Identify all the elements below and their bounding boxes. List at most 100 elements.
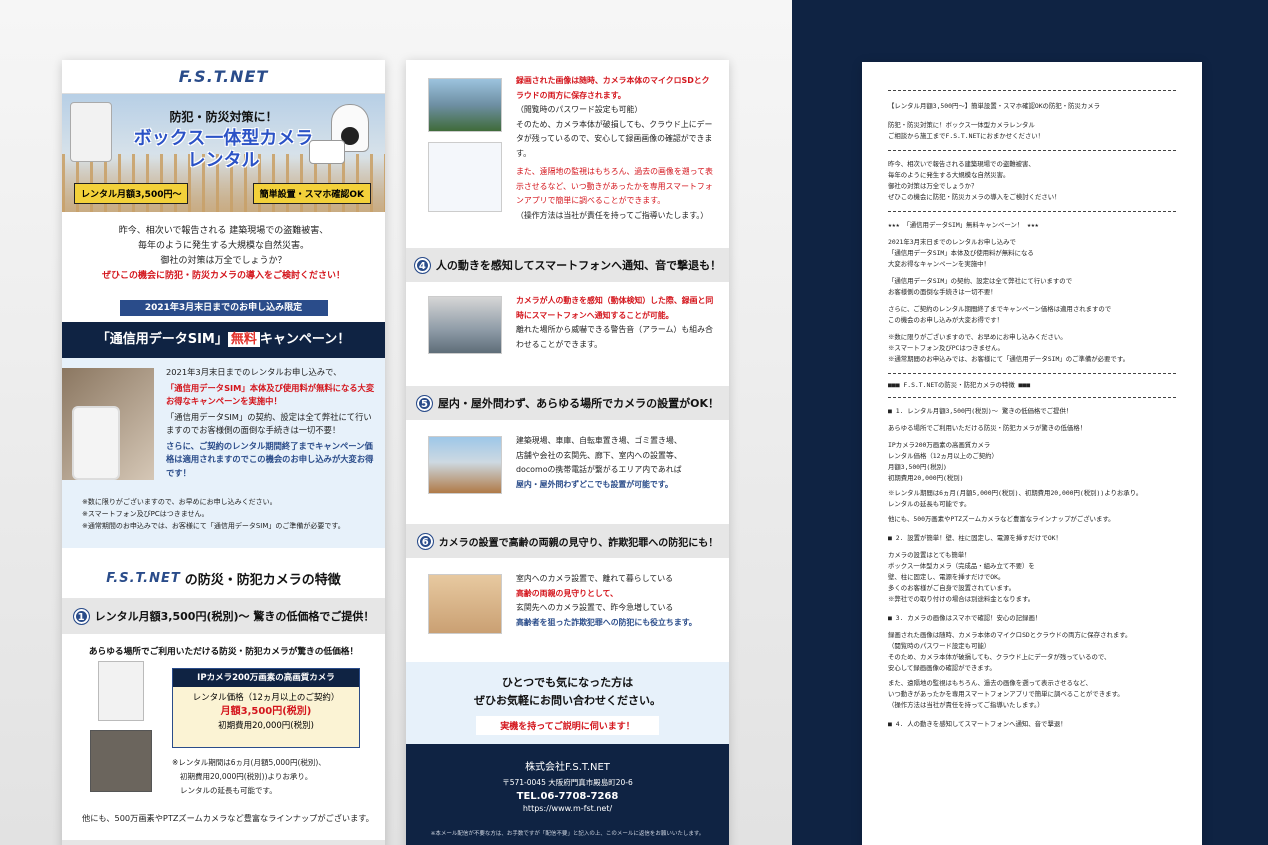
elderly-couple-image <box>428 574 502 634</box>
company-tel[interactable]: TEL.06-7708-7268 <box>406 791 729 802</box>
text-mail-section-heading: ■ 4. 人の動きを感知してスマートフォンへ通知、音で撃退！ <box>888 720 1067 728</box>
divider <box>888 211 1176 212</box>
text-mail-line: この機会のお申し込みが大変お得です！ <box>888 316 1004 324</box>
campaign-paragraph: さらに、ご契約のレンタル期間終了までキャンペーン価格は適用されますのでこの機会の… <box>166 440 374 478</box>
rental-note-line: ※レンタル期間は6ヵ月(月額5,000円(税別)、 <box>172 758 326 767</box>
text-mail-line: ※スマートフォン及びPCはつきません。 <box>888 344 1004 352</box>
section-3-line: 録画された画像は随時、カメラ本体のマイクロSDとクラウドの両方に保存されます。 <box>516 76 710 100</box>
text-mail-line: ※弊社での取り付けの場合は別途料金となります。 <box>888 595 1035 603</box>
divider <box>888 373 1176 374</box>
section-number-badge: 6 <box>416 532 434 550</box>
text-mail-line: いつ動きがあったかを専用スマートフォンアプリで簡単に調べることができます。 <box>888 690 1124 698</box>
text-mail-line: ご相談から施工までF.S.T.NETにおまかせください！ <box>888 132 1045 140</box>
text-mail-line: 大変お得なキャンペーンを実施中！ <box>888 260 990 268</box>
contact-cta: ひとつでも気になった方は ぜひお気軽にお問い合わせください。 実機を持ってご説明… <box>406 662 729 744</box>
text-mail-line: さらに、ご契約のレンタル期間終了までキャンペーン価格は適用されますので <box>888 305 1112 313</box>
price-box-monthly: 月額3,500円(税別) <box>220 706 312 717</box>
campaign-title-pre: 「通信用データSIM」 <box>96 332 228 347</box>
section-5-line: 屋内・屋外問わずどこでも設置が可能です。 <box>516 479 673 489</box>
hero-title-line2: レンタル <box>187 150 260 171</box>
section-number-badge: 1 <box>72 607 90 625</box>
html-mail-panel-top: F.S.T.NET 防犯・防災対策に！ ボックス一体型カメラ レンタル レンタル… <box>62 60 385 845</box>
text-mail-line: ※通常期間のお申込みでは、お客様にて「通信用データSIM」のご準備が必要です。 <box>888 355 1129 363</box>
rental-period-note: ※レンタル期間は6ヵ月(月額5,000円(税別)、 初期費用20,000円(税別… <box>172 756 326 798</box>
campaign-title-post: キャンペーン！ <box>259 332 351 347</box>
text-mail-line: 多くのお客様がご自身で設置されています。 <box>888 584 1015 592</box>
text-mail-line: また、遠隔地の監視はもちろん、過去の画像を遡って表示させるなど、 <box>888 679 1092 687</box>
company-url-link[interactable]: https://www.m-fst.net/ <box>406 804 729 813</box>
section-5-title: 屋内・屋外問わず、あらゆる場所でカメラの設置がOK！ <box>437 397 720 410</box>
section-5-text: 建築現場、車庫、自転車置き場、ゴミ置き場、 店舗や会社の玄関先、廊下、室内への設… <box>516 434 716 492</box>
text-mail-line: 他にも、500万画素やPTZズームカメラなど豊富なラインナップがございます。 <box>888 515 1115 523</box>
text-mail-line: （閲覧時のパスワード設定も可能） <box>888 642 991 650</box>
section-6-line: 高齢の両親の見守りとして、 <box>516 588 618 598</box>
text-mail-line: レンタル価格（12ヵ月以上のご契約） <box>888 452 998 460</box>
features-title: の防災・防犯カメラの特徴 <box>184 572 341 588</box>
campaign-text: 2021年3月末日までのレンタルお申し込みで、 「通信用データSIM」本体及び使… <box>166 366 377 480</box>
intro-cta-line: ぜひこの機会に防犯・防災カメラの導入をご検討ください！ <box>101 271 345 281</box>
section-1-lead: あらゆる場所でご利用いただける防災・防犯カメラが驚きの低価格！ <box>62 634 385 663</box>
price-box-title: IPカメラ200万画素の高画質カメラ <box>173 669 359 687</box>
campaign-free-highlight: 無料 <box>227 332 260 347</box>
intro-text: 昨今、相次いで報告される 建築現場での盗難被害、 毎年のように発生する大規模な自… <box>62 212 385 288</box>
campaign-ribbon: 2021年3月末日までのお申し込み限定 <box>119 300 328 316</box>
rental-note-line: レンタルの延長も可能です。 <box>180 786 277 795</box>
unsubscribe-note: ※本メール配信が不要な方は、お手数ですが「配信不要」と記入の上、このメールに返信… <box>430 831 705 837</box>
campaign-title-bar: 「通信用データSIM」 無料 キャンペーン！ <box>62 322 385 358</box>
hero-title: ボックス一体型カメラ レンタル <box>62 128 385 172</box>
campaign-notes: ※数に限りがございますので、お早めにお申し込みください。 ※スマートフォン及びP… <box>82 496 345 532</box>
smartphone-app-image <box>428 142 502 212</box>
campaign-note: ※通常期間のお申込みでは、お客様にて「通信用データSIM」のご準備が必要です。 <box>82 522 345 530</box>
cta-line2: ぜひお気軽にお問い合わせください。 <box>474 694 661 707</box>
text-mail-line: 【レンタル月額3,500円〜】簡単設置・スマホ確認OKの防犯・防災カメラ <box>888 102 1101 110</box>
price-box-initial: 初期費用20,000円(税別) <box>218 721 314 731</box>
text-mail-line: ボックス一体型カメラ（完成品・組み立て不要）を <box>888 562 1035 570</box>
text-mail-line: ★★★ 「通信用データSIM」無料キャンペーン！ ★★★ <box>888 221 1039 229</box>
text-mail-line: そのため、カメラ本体が破損しても、クラウド上にデータが残っているので、 <box>888 653 1111 661</box>
intro-line: 昨今、相次いで報告される 建築現場での盗難被害、 <box>118 226 329 236</box>
campaign-note: ※数に限りがございますので、お早めにお申し込みください。 <box>82 498 277 506</box>
section-6-line: 高齢者を狙った詐欺犯罪への防犯にも役立ちます。 <box>516 617 697 627</box>
section-number-badge: 4 <box>413 256 431 274</box>
campaign-paragraph: 「通信用データSIM」の契約、設定は全て弊社にて行いますのでお客様側の面倒な手続… <box>166 411 372 436</box>
intro-line: 毎年のように発生する大規模な自然災害。 <box>137 241 309 251</box>
section-6-header: 6 カメラの設置で高齢の両親の見守り、詐欺犯罪への防犯にも！ <box>406 524 729 558</box>
text-mail-line: お客様側の面倒な手続きは一切不要！ <box>888 288 997 296</box>
lake-landscape-image <box>428 78 502 132</box>
text-mail-line: 昨今、相次いで報告される建築現場での盗難被害、 <box>888 160 1035 168</box>
section-6-line: 室内へのカメラ設置で、離れて暮らしている <box>516 574 674 583</box>
brand-logo-text: F.S.T.NET <box>178 67 269 86</box>
price-box-line: レンタル価格（12ヵ月以上のご契約） <box>192 693 340 703</box>
text-mail-line: 初期費用20,000円(税別) <box>888 474 964 482</box>
text-mail-line: 録画された画像は随時、カメラ本体のマイクロSDとクラウドの両方に保存されます。 <box>888 631 1132 639</box>
cta-button[interactable]: 実機を持ってご説明に伺います！ <box>476 716 659 735</box>
smartphone-sim-image <box>62 368 154 480</box>
section-5-line: 建築現場、車庫、自転車置き場、ゴミ置き場、 <box>516 436 682 445</box>
text-mail-line: 「通信用データSIM」本体及び使用料が無料になる <box>888 249 1034 257</box>
section-4-text: カメラが人の動きを感知（動体検知）した際、録画と同時にスマートフォンへ通知するこ… <box>516 294 716 352</box>
text-mail-section-heading: ■ 2. 設置が簡単！壁、柱に固定し、電源を挿すだけでOK！ <box>888 534 1062 542</box>
box-camera-open-image <box>90 730 152 792</box>
text-mail-line: ■■■ F.S.T.NETの防災・防犯カメラの特徴 ■■■ <box>888 381 1031 389</box>
section-5-header: 5 屋内・屋外問わず、あらゆる場所でカメラの設置がOK！ <box>406 386 729 420</box>
rental-note-line: 初期費用20,000円(税別))よりお承り。 <box>180 772 313 781</box>
campaign-note: ※スマートフォン及びPCはつきません。 <box>82 510 209 518</box>
company-name: 株式会社F.S.T.NET <box>525 762 610 773</box>
section-4-line: 離れた場所から威嚇できる警告音（アラーム）も組み合わせることができます。 <box>516 325 713 349</box>
section-6-line: 玄関先へのカメラ設置で、昨今急増している <box>516 603 674 612</box>
text-mail-line: ※数に限りがございますので、お早めにお申し込みください。 <box>888 333 1067 341</box>
features-logo: F.S.T.NET <box>106 570 181 586</box>
text-mail-panel: 【レンタル月額3,500円〜】簡単設置・スマホ確認OKの防犯・防災カメラ 防犯・… <box>862 62 1202 845</box>
features-heading: F.S.T.NET の防災・防犯カメラの特徴 <box>62 558 385 598</box>
brand-logo: F.S.T.NET <box>62 60 385 94</box>
section-3-line: そのため、カメラ本体が破損しても、クラウド上にデータが残っているので、安心して録… <box>516 119 713 158</box>
text-mail-line: IPカメラ200万画素の高画質カメラ <box>888 441 991 449</box>
campaign-body: 2021年3月末日までのレンタルお申し込みで、 「通信用データSIM」本体及び使… <box>62 358 385 548</box>
campaign-paragraph: 「通信用データSIM」本体及び使用料が無料になる大変お得なキャンペーンを実施中！ <box>166 382 375 407</box>
intro-line: 御社の対策は万全でしょうか？ <box>160 256 287 266</box>
text-mail-line: ※レンタル期間は6ヵ月(月額5,000円(税別)、初期費用20,000円(税別)… <box>888 489 1143 497</box>
section-3-text: 録画された画像は随時、カメラ本体のマイクロSDとクラウドの両方に保存されます。 … <box>516 74 716 223</box>
lineup-note: 他にも、500万画素やPTZズームカメラなど豊富なラインナップがございます。 <box>82 813 374 823</box>
hero-subtitle: 防犯・防災対策に！ <box>169 110 278 124</box>
cta-line1: ひとつでも気になった方は <box>501 676 634 689</box>
